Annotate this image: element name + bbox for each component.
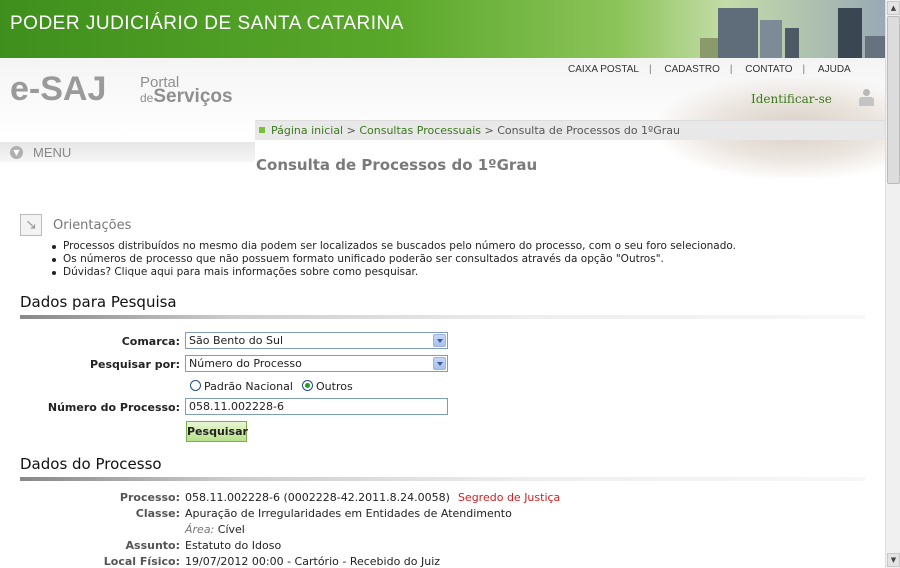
pesquisar-por-value: Número do Processo xyxy=(189,357,302,370)
area-value: Cível xyxy=(217,523,245,536)
breadcrumb-consultas-link[interactable]: Consultas Processuais xyxy=(359,124,481,137)
site-header: e-SAJ Portal deServiços CAIXA POSTAL | CA… xyxy=(0,58,885,188)
pesquisar-por-label: Pesquisar por: xyxy=(89,358,180,371)
breadcrumb-bullet-icon xyxy=(259,127,265,133)
chevron-down-icon: ▼ xyxy=(10,146,23,159)
logo-servicos-text: Serviços xyxy=(153,86,233,107)
section-title: Dados do Processo xyxy=(20,455,162,473)
radio-row: Padrão Nacional Outros xyxy=(20,378,450,396)
scroll-up-icon[interactable]: ▲ xyxy=(887,1,900,15)
city-skyline-image xyxy=(865,36,885,58)
processo-label: Processo: xyxy=(119,491,180,504)
dados-processo-section: Dados do Processo xyxy=(20,455,865,481)
dados-pesquisa-section: Dados para Pesquisa xyxy=(20,293,865,319)
esaj-logo[interactable]: e-SAJ xyxy=(10,70,106,109)
assunto-value: Estatuto do Idoso xyxy=(185,539,282,552)
scroll-down-icon[interactable]: ▼ xyxy=(887,553,900,567)
nav-ajuda[interactable]: AJUDA xyxy=(818,64,851,75)
numero-processo-label: Número do Processo: xyxy=(47,401,180,414)
chevron-down-icon[interactable] xyxy=(433,334,446,347)
nav-contato[interactable]: CONTATO xyxy=(745,64,792,75)
classe-row: Classe: Apuração de Irregularidades em E… xyxy=(20,507,865,522)
comarca-row: Comarca: São Bento do Sul xyxy=(20,332,450,350)
portal-servicos-logo[interactable]: Portal deServiços xyxy=(140,75,233,107)
page-title: Consulta de Processos do 1ºGrau xyxy=(256,156,538,174)
comarca-select[interactable]: São Bento do Sul xyxy=(185,332,448,349)
user-icon[interactable] xyxy=(858,89,875,107)
menu-toggle[interactable]: ▼ MENU xyxy=(0,142,255,162)
pesquisar-por-row: Pesquisar por: Número do Processo xyxy=(20,355,450,373)
radio-padrao-nacional[interactable] xyxy=(190,380,201,391)
city-skyline-image xyxy=(718,8,758,58)
pesquisar-button[interactable]: Pesquisar xyxy=(186,421,248,442)
radio-outros[interactable] xyxy=(302,380,313,391)
section-title: Dados para Pesquisa xyxy=(20,293,177,311)
radio-outros-label[interactable]: Outros xyxy=(316,380,353,393)
area-row: Área: Cível xyxy=(20,523,865,538)
city-skyline-image xyxy=(838,8,862,58)
nav-caixa-postal[interactable]: CAIXA POSTAL xyxy=(568,64,639,75)
top-nav: CAIXA POSTAL | CADASTRO | CONTATO | AJUDA xyxy=(560,64,859,75)
identificar-link[interactable]: Identificar-se xyxy=(751,92,832,106)
local-fisico-label: Local Físico: xyxy=(103,555,180,568)
area-label: Área: xyxy=(185,523,215,536)
area-wrap: Área: Cível xyxy=(185,523,245,536)
list-item[interactable]: Dúvidas? Clique aqui para mais informaçõ… xyxy=(50,266,736,279)
section-divider xyxy=(20,315,865,319)
menu-label: MENU xyxy=(33,145,72,160)
nav-cadastro[interactable]: CADASTRO xyxy=(664,64,720,75)
breadcrumb-separator: > xyxy=(484,124,494,137)
local-fisico-row: Local Físico: 19/07/2012 00:00 - Cartóri… xyxy=(20,555,865,568)
radio-padrao-label[interactable]: Padrão Nacional xyxy=(204,380,293,393)
comarca-value: São Bento do Sul xyxy=(189,334,283,347)
local-fisico-value: 19/07/2012 00:00 - Cartório - Recebido d… xyxy=(185,555,441,568)
list-item: Processos distribuídos no mesmo dia pode… xyxy=(50,240,736,253)
nav-separator: | xyxy=(802,64,806,75)
scroll-thumb[interactable] xyxy=(887,16,900,184)
section-divider xyxy=(20,477,865,481)
assunto-row: Assunto: Estatuto do Idoso xyxy=(20,539,865,554)
classe-label: Classe: xyxy=(135,507,180,520)
classe-value: Apuração de Irregularidades em Entidades… xyxy=(185,507,512,520)
comarca-label: Comarca: xyxy=(121,335,180,348)
chevron-down-icon[interactable] xyxy=(433,357,446,370)
nav-separator: | xyxy=(729,64,733,75)
orientacoes-label: Orientações xyxy=(53,218,132,233)
city-skyline-image xyxy=(700,38,718,58)
processo-row: Processo: 058.11.002228-6 (0002228-42.20… xyxy=(20,491,865,506)
city-skyline-image xyxy=(785,28,799,58)
numero-processo-input[interactable]: 058.11.002228-6 xyxy=(185,398,448,415)
breadcrumb-current: Consulta de Processos do 1ºGrau xyxy=(497,124,680,137)
breadcrumb: Página inicial > Consultas Processuais >… xyxy=(271,124,680,137)
numero-processo-row: Número do Processo: 058.11.002228-6 xyxy=(20,398,450,416)
arrow-down-right-icon: ↘ xyxy=(20,214,42,236)
banner-title: PODER JUDICIÁRIO DE SANTA CATARINA xyxy=(10,13,404,34)
segredo-badge: Segredo de Justiça xyxy=(457,491,561,504)
top-banner: PODER JUDICIÁRIO DE SANTA CATARINA xyxy=(0,0,885,58)
orientacoes-list: Processos distribuídos no mesmo dia pode… xyxy=(50,240,736,279)
city-skyline-image xyxy=(760,20,782,58)
processo-value-wrap: 058.11.002228-6 (0002228-42.2011.8.24.00… xyxy=(185,491,560,504)
nav-separator: | xyxy=(648,64,652,75)
breadcrumb-separator: > xyxy=(346,124,356,137)
logo-de-text: de xyxy=(140,91,154,105)
breadcrumb-home-link[interactable]: Página inicial xyxy=(271,124,343,137)
breadcrumb-bar: Página inicial > Consultas Processuais >… xyxy=(255,120,885,140)
vertical-scrollbar[interactable]: ▲ ▼ xyxy=(885,0,900,568)
assunto-label: Assunto: xyxy=(125,539,180,552)
pesquisar-por-select[interactable]: Número do Processo xyxy=(185,355,448,372)
list-item: Os números de processo que não possuem f… xyxy=(50,253,736,266)
processo-value: 058.11.002228-6 (0002228-42.2011.8.24.00… xyxy=(185,491,450,504)
